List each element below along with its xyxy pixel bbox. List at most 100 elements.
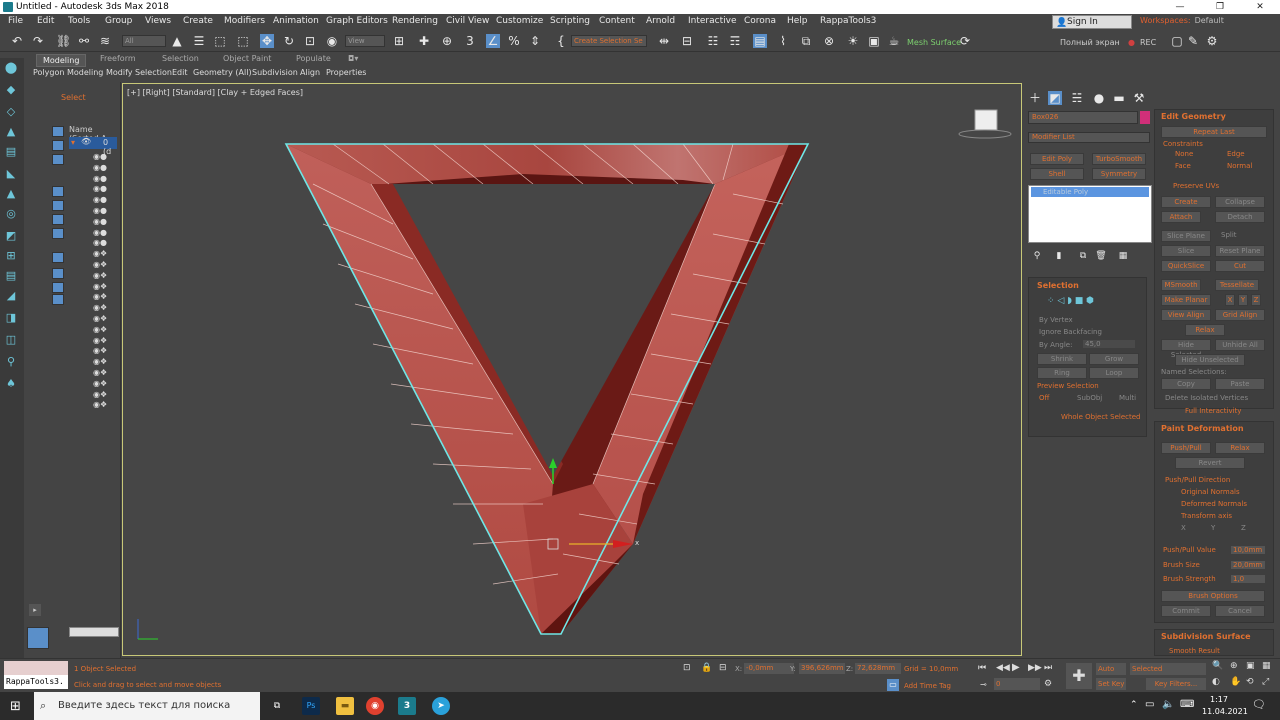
motion-tab-icon[interactable]: ● [1092,91,1106,105]
edit-named-selection-icon[interactable]: { [554,34,568,48]
fullscreen-label[interactable]: Полный экран [1060,38,1120,47]
menu-customize[interactable]: Customize [496,16,543,26]
isolate-icon[interactable]: ⊡ [683,663,691,673]
display-groups-icon[interactable] [52,252,64,263]
menu-graph-editors[interactable]: Graph Editors [326,16,388,26]
shell-button[interactable]: Shell [1030,168,1084,180]
make-unique-icon[interactable]: ⧉ [1076,249,1090,263]
create-light-icon[interactable]: ▲ [4,126,18,138]
menu-group[interactable]: Group [105,16,132,26]
3ds-max-icon[interactable]: 3 [398,697,416,715]
menu-rendering[interactable]: Rendering [392,16,438,26]
delete-isolated-checkbox[interactable]: Delete Isolated Vertices [1165,394,1248,402]
move-icon[interactable]: ✥ [260,34,274,48]
field-of-view-icon[interactable]: ◐ [1212,677,1220,687]
zoom-all-icon[interactable]: ⊕ [1230,661,1238,671]
bind-spacewarp-icon[interactable]: ≋ [98,34,112,48]
named-selection-dropdown[interactable]: Create Selection Se [571,35,647,47]
display-bones-icon[interactable] [52,282,64,293]
edit-geometry-title[interactable]: Edit Geometry [1161,112,1226,121]
ribbon-options-icon[interactable]: ◘▾ [348,54,358,63]
configure-sets-icon[interactable]: ▦ [1116,249,1130,263]
display-tab-icon[interactable]: ▬ [1112,91,1126,105]
sign-in-button[interactable]: 👤 Sign In [1052,15,1132,29]
time-tag-icon[interactable]: ▭ [887,679,899,691]
viewcube-face[interactable] [974,109,998,131]
selection-filter-dropdown[interactable]: All [122,35,166,47]
deformed-normals-radio[interactable]: Deformed Normals [1181,500,1247,508]
chrome-icon[interactable]: ◉ [366,697,384,715]
minimize-button[interactable]: — [1160,0,1200,14]
object-color-swatch[interactable] [1140,111,1150,124]
taskbar-date[interactable]: 11.04.2021 [1202,707,1248,716]
keyboard-icon[interactable]: ⌨ [1180,699,1194,710]
smooth-result-checkbox[interactable]: Smooth Result [1169,647,1220,655]
set-key-large-icon[interactable]: ✚ [1066,663,1092,689]
display-frozen-icon[interactable] [52,294,64,305]
turbosmooth-button[interactable]: TurboSmooth [1092,153,1146,165]
layer-manager-icon[interactable] [27,627,49,649]
push-pull-value-field[interactable]: 10,0mm [1231,546,1265,554]
zoom-icon[interactable]: 🔍 [1212,661,1223,671]
viewport-right[interactable]: [+] [Right] [Standard] [Clay + Edged Fac… [122,83,1022,656]
unlink-icon[interactable]: ⚯ [77,34,91,48]
render-setup-icon[interactable]: ☀ [846,34,860,48]
go-to-start-icon[interactable]: ⏮ [978,663,986,673]
display-xrefs-icon[interactable] [52,268,64,279]
menu-edit[interactable]: Edit [37,16,54,26]
scene-horizontal-scrollbar[interactable] [69,627,119,637]
display-geometry-icon[interactable] [52,140,64,151]
utilities-tab-icon[interactable]: ⚒ [1132,91,1146,105]
next-frame-icon[interactable]: ▶▶ [1028,663,1042,673]
key-mode-icon[interactable]: ⊸ [980,680,987,689]
key-selection-dropdown[interactable]: Selected [1130,663,1206,675]
create-helper-icon[interactable]: ◣ [4,168,18,180]
place-icon[interactable]: ◉ [325,34,339,48]
angle-value-field[interactable]: 45,0 [1083,340,1135,348]
create-shape-icon[interactable]: ◇ [4,106,18,118]
zoom-extents-all-icon[interactable]: ▦ [1262,661,1271,671]
planar-y-button[interactable]: Y [1238,294,1248,306]
rendered-frame-icon[interactable]: ▣ [867,34,881,48]
grow-button[interactable]: Grow [1089,353,1139,365]
maxscript-listener-pink[interactable] [4,661,68,675]
revert-button[interactable]: Revert [1175,457,1245,469]
menu-content[interactable]: Content [599,16,635,26]
ribbon-modify-selection[interactable]: Modify Selection [106,68,172,77]
hierarchy-tab-icon[interactable]: ☵ [1070,91,1084,105]
attach-button[interactable]: Attach [1161,211,1201,223]
ribbon-properties[interactable]: Properties [326,68,366,77]
viewport-canvas[interactable]: x [123,84,1023,657]
undo-icon[interactable]: ↶ [10,34,24,48]
maxscript-listener-white[interactable]: RappaTools3. [4,675,68,689]
hide-unselected-button[interactable]: Hide Unselected [1175,354,1245,366]
brush-size-field[interactable]: 20,0mm [1231,561,1265,569]
edit-poly-button[interactable]: Edit Poly [1030,153,1084,165]
task-view-icon[interactable]: ⧉ [268,697,286,715]
create-system-icon[interactable]: ◎ [4,208,18,220]
display-shapes-icon[interactable] [52,154,64,165]
selection-tool-icon[interactable]: ⊞ [4,250,18,262]
network-icon[interactable]: ▭ [1145,699,1154,710]
hide-selected-button[interactable]: Hide Selected [1161,339,1211,359]
play-icon[interactable]: ▶ [1012,662,1020,673]
menu-views[interactable]: Views [145,16,171,26]
planar-x-button[interactable]: X [1225,294,1235,306]
utilities-icon[interactable]: ◫ [4,334,18,346]
brush-strength-field[interactable]: 1,0 [1231,575,1265,583]
add-time-tag-label[interactable]: Add Time Tag [904,682,951,690]
tessellate-button[interactable]: Tessellate [1215,279,1259,291]
paste-button[interactable]: Paste [1215,378,1265,390]
create-camera-icon[interactable]: ▤ [4,146,18,158]
slice-plane-button[interactable]: Slice Plane [1161,230,1211,242]
constraint-face-radio[interactable]: Face [1175,162,1191,170]
loop-button[interactable]: Loop [1089,367,1139,379]
collapse-panel-icon[interactable]: ▸ [29,604,41,616]
remove-modifier-icon[interactable]: 🗑 [1094,249,1108,263]
show-end-result-icon[interactable]: ▮ [1052,249,1066,263]
workspaces-dropdown[interactable]: Workspaces: Default [1140,16,1224,25]
z-coordinate-field[interactable]: 72,628mm [855,663,901,674]
relax-button[interactable]: Relax [1185,324,1225,336]
create-geometry-icon[interactable]: ⬤ [4,62,18,74]
ribbon-edit[interactable]: Edit [172,68,188,77]
